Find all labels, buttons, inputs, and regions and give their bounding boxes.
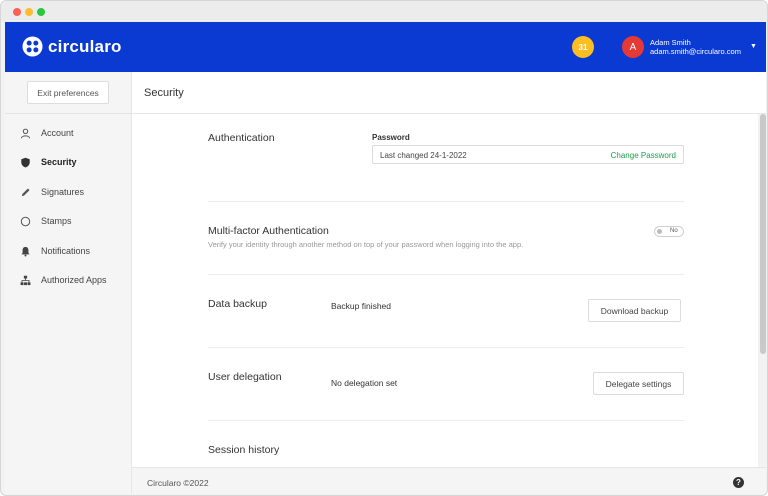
sidebar-divider bbox=[5, 113, 132, 114]
apps-icon bbox=[19, 274, 31, 286]
page-footer: Circularo ©2022 ? bbox=[132, 467, 766, 494]
maximize-window-button[interactable] bbox=[37, 8, 45, 16]
security-content: Authentication Password Last changed 24-… bbox=[132, 114, 758, 467]
sidebar-item-notifications[interactable]: Notifications bbox=[19, 244, 90, 258]
user-avatar[interactable]: A bbox=[622, 36, 644, 58]
download-backup-button[interactable]: Download backup bbox=[588, 299, 681, 322]
toggle-knob bbox=[657, 229, 662, 234]
section-divider bbox=[208, 347, 684, 348]
notification-badge[interactable]: 31 bbox=[572, 36, 594, 58]
footer-copyright: Circularo ©2022 bbox=[147, 478, 209, 488]
section-divider bbox=[208, 420, 684, 421]
brand-logo[interactable]: circularo bbox=[22, 36, 122, 57]
password-label: Password bbox=[372, 133, 410, 142]
user-menu-caret-icon[interactable]: ▼ bbox=[750, 43, 757, 50]
sidebar-item-label: Notifications bbox=[41, 246, 91, 256]
minimize-window-button[interactable] bbox=[25, 8, 33, 16]
user-delegation-title: User delegation bbox=[208, 371, 282, 383]
sidebar-item-stamps[interactable]: Stamps bbox=[19, 214, 72, 228]
sidebar-item-label: Account bbox=[41, 128, 74, 138]
bell-icon bbox=[19, 245, 31, 257]
sidebar-item-account[interactable]: Account bbox=[19, 126, 74, 140]
mfa-toggle[interactable]: No bbox=[654, 226, 684, 237]
delegation-status: No delegation set bbox=[331, 378, 398, 388]
session-history-title: Session history bbox=[208, 444, 280, 456]
sidebar-item-label: Authorized Apps bbox=[41, 275, 107, 285]
window-titlebar bbox=[1, 1, 767, 22]
help-icon[interactable]: ? bbox=[733, 477, 744, 488]
user-icon bbox=[19, 127, 31, 139]
password-last-changed: Last changed 24-1-2022 bbox=[380, 151, 467, 160]
preferences-sidebar: Exit preferences Account Security Signat… bbox=[5, 72, 132, 494]
delegate-settings-button[interactable]: Delegate settings bbox=[593, 372, 684, 395]
close-window-button[interactable] bbox=[13, 8, 21, 16]
password-field: Last changed 24-1-2022 Change Password bbox=[372, 145, 684, 164]
sidebar-item-security[interactable]: Security bbox=[19, 155, 77, 169]
sidebar-item-signatures[interactable]: Signatures bbox=[19, 185, 84, 199]
user-info[interactable]: Adam Smith adam.smith@circularo.com bbox=[650, 38, 741, 56]
mfa-toggle-label: No bbox=[670, 228, 678, 234]
brand-name: circularo bbox=[48, 36, 122, 56]
mfa-title: Multi-factor Authentication bbox=[208, 225, 329, 237]
section-divider bbox=[208, 201, 684, 202]
pen-icon bbox=[19, 186, 31, 198]
stamp-icon bbox=[19, 215, 31, 227]
exit-preferences-button[interactable]: Exit preferences bbox=[27, 81, 109, 104]
sidebar-item-label: Signatures bbox=[41, 187, 85, 197]
circularo-logo-icon bbox=[22, 36, 43, 57]
section-divider bbox=[208, 274, 684, 275]
page-title: Security bbox=[144, 87, 184, 99]
mfa-description: Verify your identity through another met… bbox=[208, 240, 524, 249]
user-email: adam.smith@circularo.com bbox=[650, 47, 741, 56]
sidebar-item-label: Stamps bbox=[41, 216, 72, 226]
change-password-link[interactable]: Change Password bbox=[611, 151, 676, 160]
backup-status: Backup finished bbox=[331, 301, 392, 311]
sidebar-item-label: Security bbox=[41, 157, 77, 167]
shield-icon bbox=[19, 156, 31, 168]
sidebar-item-authorized-apps[interactable]: Authorized Apps bbox=[19, 273, 107, 287]
user-name: Adam Smith bbox=[650, 38, 691, 47]
app-window: circularo 31 A Adam Smith adam.smith@cir… bbox=[0, 0, 768, 496]
top-header: circularo 31 A Adam Smith adam.smith@cir… bbox=[5, 22, 766, 72]
scrollbar-thumb[interactable] bbox=[760, 114, 766, 354]
authentication-title: Authentication bbox=[208, 132, 275, 144]
data-backup-title: Data backup bbox=[208, 298, 267, 310]
page-header: Security bbox=[132, 72, 766, 114]
